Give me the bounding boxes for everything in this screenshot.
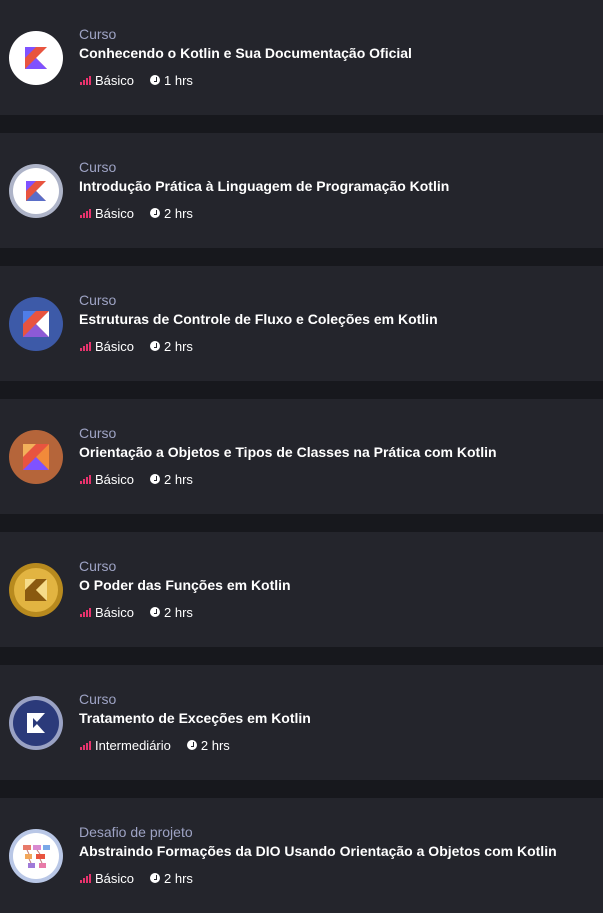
course-card[interactable]: Curso Orientação a Objetos e Tipos de Cl… [0, 399, 603, 514]
course-kind: Curso [79, 26, 117, 42]
project-card[interactable]: Desafio de projeto Abstraindo Formações … [0, 798, 603, 913]
project-diagram-icon [9, 829, 63, 883]
course-duration: 2 hrs [164, 471, 193, 487]
kotlin-logo-icon [9, 563, 63, 617]
course-duration: 2 hrs [200, 737, 230, 753]
clock-icon [150, 341, 161, 351]
clock-icon [150, 75, 161, 85]
kotlin-logo-icon [9, 297, 63, 351]
course-card[interactable]: Curso Conhecendo o Kotlin e Sua Document… [0, 0, 603, 115]
course-level: Básico [95, 604, 135, 620]
course-level: Básico [95, 471, 135, 487]
clock-icon [150, 474, 161, 484]
course-duration: 2 hrs [164, 604, 193, 620]
course-kind: Curso [79, 292, 117, 308]
course-card[interactable]: Curso Tratamento de Exceções em Kotlin I… [0, 665, 603, 780]
level-bars-icon [80, 75, 91, 85]
course-meta: Básico 2 hrs [80, 870, 193, 886]
course-title[interactable]: Orientação a Objetos e Tipos de Classes … [79, 444, 497, 460]
course-kind: Curso [79, 691, 117, 707]
course-level: Básico [95, 205, 135, 221]
course-duration: 2 hrs [164, 205, 193, 221]
course-card[interactable]: Curso Introdução Prática à Linguagem de … [0, 133, 603, 248]
course-title[interactable]: Abstraindo Formações da DIO Usando Orien… [79, 843, 557, 859]
level-bars-icon [80, 474, 91, 484]
kotlin-logo-icon [9, 696, 63, 750]
course-card[interactable]: Curso O Poder das Funções em Kotlin Bási… [0, 532, 603, 647]
course-level: Básico [95, 338, 135, 354]
clock-icon [150, 208, 161, 218]
course-title[interactable]: Introdução Prática à Linguagem de Progra… [79, 178, 449, 194]
level-bars-icon [80, 341, 91, 351]
course-meta: Básico 2 hrs [80, 205, 193, 221]
course-kind: Curso [79, 159, 117, 175]
course-card[interactable]: Curso Estruturas de Controle de Fluxo e … [0, 266, 603, 381]
kotlin-logo-icon [9, 430, 63, 484]
course-level: Intermediário [95, 737, 171, 753]
clock-icon [150, 607, 161, 617]
course-title[interactable]: Estruturas de Controle de Fluxo e Coleçõ… [79, 311, 438, 327]
level-bars-icon [80, 607, 91, 617]
course-level: Básico [95, 870, 135, 886]
course-duration: 2 hrs [164, 870, 193, 886]
course-duration: 2 hrs [164, 338, 193, 354]
course-meta: Básico 1 hrs [80, 72, 193, 88]
clock-icon [186, 740, 197, 750]
course-meta: Básico 2 hrs [80, 471, 193, 487]
kotlin-logo-icon [9, 31, 63, 85]
course-title[interactable]: O Poder das Funções em Kotlin [79, 577, 291, 593]
level-bars-icon [80, 208, 91, 218]
course-title[interactable]: Conhecendo o Kotlin e Sua Documentação O… [79, 45, 412, 61]
kotlin-logo-icon [9, 164, 63, 218]
clock-icon [150, 873, 161, 883]
course-kind: Curso [79, 558, 117, 574]
level-bars-icon [80, 740, 91, 750]
course-kind: Desafio de projeto [79, 824, 193, 840]
course-title[interactable]: Tratamento de Exceções em Kotlin [79, 710, 311, 726]
course-level: Básico [95, 72, 135, 88]
course-duration: 1 hrs [164, 72, 193, 88]
level-bars-icon [80, 873, 91, 883]
course-meta: Intermediário 2 hrs [80, 737, 230, 753]
course-meta: Básico 2 hrs [80, 338, 193, 354]
course-meta: Básico 2 hrs [80, 604, 193, 620]
course-kind: Curso [79, 425, 117, 441]
